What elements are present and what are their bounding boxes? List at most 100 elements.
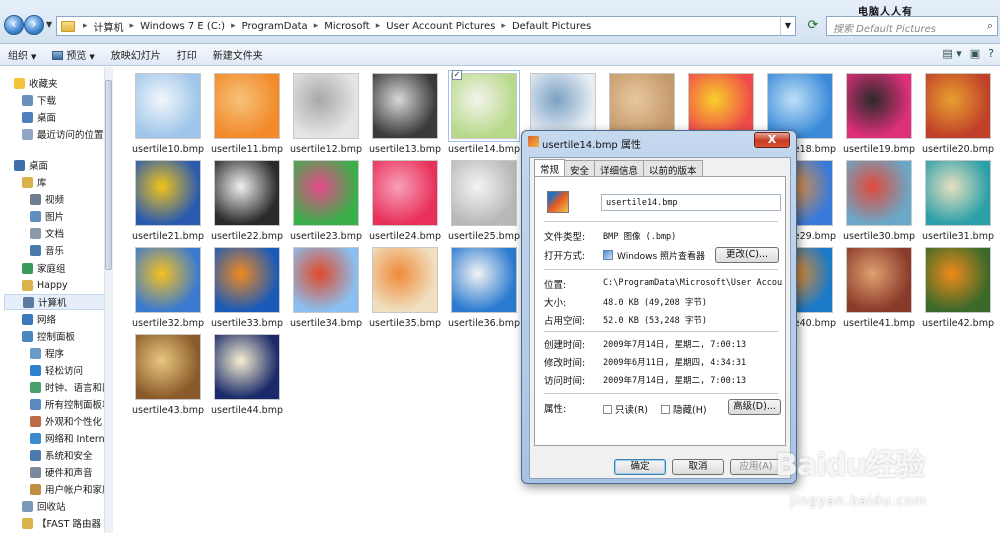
image-thumbnail[interactable] xyxy=(214,247,280,313)
sidebar-item[interactable]: 外观和个性化 xyxy=(30,413,102,429)
image-thumbnail[interactable] xyxy=(135,160,201,226)
chevron-right-icon[interactable]: ▸ xyxy=(81,21,90,31)
advanced-button[interactable]: 高级(D)... xyxy=(728,399,781,415)
search-icon[interactable]: ⌕ xyxy=(987,19,993,33)
sidebar-item[interactable]: 用户帐户和家庭 xyxy=(30,481,112,497)
sidebar-item[interactable]: 库 xyxy=(22,174,47,190)
organize-menu[interactable]: 组织 ▼ xyxy=(0,47,44,62)
sidebar-item[interactable]: 程序 xyxy=(30,345,64,361)
sidebar-scroll-thumb[interactable] xyxy=(105,80,112,270)
select-checkbox[interactable]: ✓ xyxy=(452,70,462,80)
breadcrumb-microsoft[interactable]: Microsoft xyxy=(320,21,374,32)
image-thumbnail[interactable] xyxy=(372,247,438,313)
slideshow-button[interactable]: 放映幻灯片 xyxy=(103,47,169,62)
file-tile[interactable]: usertile13.bmp xyxy=(365,67,445,155)
file-tile[interactable]: usertile41.bmp xyxy=(839,241,919,329)
file-tile[interactable]: usertile23.bmp xyxy=(286,154,366,242)
back-button[interactable]: ‹ xyxy=(4,15,24,35)
file-tile[interactable]: usertile42.bmp xyxy=(918,241,998,329)
cancel-button[interactable]: 取消 xyxy=(672,459,724,475)
sidebar-item[interactable]: 系统和安全 xyxy=(30,447,93,463)
file-tile[interactable]: usertile20.bmp xyxy=(918,67,998,155)
file-tile[interactable]: usertile30.bmp xyxy=(839,154,919,242)
refresh-icon[interactable]: ⟳ xyxy=(804,17,822,35)
image-thumbnail[interactable] xyxy=(214,160,280,226)
filename-input[interactable]: usertile14.bmp xyxy=(601,194,781,211)
close-button[interactable]: X xyxy=(754,132,790,148)
image-thumbnail[interactable] xyxy=(846,247,912,313)
file-tile[interactable]: usertile22.bmp xyxy=(207,154,287,242)
chevron-right-icon[interactable]: ▸ xyxy=(128,21,137,31)
image-thumbnail[interactable] xyxy=(372,160,438,226)
sidebar-item[interactable]: 所有控制面板项 xyxy=(30,396,112,412)
sidebar-item[interactable]: 音乐 xyxy=(30,242,64,258)
sidebar-item[interactable]: 文档 xyxy=(30,225,64,241)
image-thumbnail[interactable] xyxy=(925,247,991,313)
breadcrumb-user-account-pictures[interactable]: User Account Pictures xyxy=(382,21,499,32)
sidebar-item[interactable]: 视频 xyxy=(30,191,64,207)
new-folder-button[interactable]: 新建文件夹 xyxy=(205,47,271,62)
file-tile[interactable]: usertile12.bmp xyxy=(286,67,366,155)
image-thumbnail[interactable] xyxy=(293,247,359,313)
sidebar-item[interactable]: Happy xyxy=(22,277,68,293)
file-tile[interactable]: usertile43.bmp xyxy=(128,328,208,416)
file-tile[interactable]: usertile31.bmp xyxy=(918,154,998,242)
file-tile[interactable]: usertile32.bmp xyxy=(128,241,208,329)
chevron-right-icon[interactable]: ▸ xyxy=(374,21,383,31)
image-thumbnail[interactable] xyxy=(214,73,280,139)
sidebar-item[interactable]: 时钟、语言和区 xyxy=(30,379,112,395)
sidebar-item[interactable]: 图片 xyxy=(30,208,64,224)
file-tile[interactable]: usertile19.bmp xyxy=(839,67,919,155)
image-thumbnail[interactable] xyxy=(135,73,201,139)
breadcrumb-programdata[interactable]: ProgramData xyxy=(238,21,312,32)
history-dropdown-icon[interactable]: ▼ xyxy=(46,20,52,29)
image-thumbnail[interactable] xyxy=(451,247,517,313)
preview-menu[interactable]: 预览 ▼ xyxy=(44,47,102,62)
sidebar-item[interactable]: 网络和 Interne xyxy=(30,430,111,446)
image-thumbnail[interactable] xyxy=(925,73,991,139)
image-thumbnail[interactable] xyxy=(135,247,201,313)
file-tile[interactable]: usertile36.bmp xyxy=(444,241,524,329)
file-tile[interactable]: usertile21.bmp xyxy=(128,154,208,242)
preview-pane-icon[interactable]: ▣ xyxy=(970,47,980,60)
sidebar-item[interactable]: 回收站 xyxy=(22,498,66,514)
file-tile[interactable]: usertile10.bmp xyxy=(128,67,208,155)
sidebar-item[interactable]: 收藏夹 xyxy=(14,75,58,91)
image-thumbnail[interactable] xyxy=(214,334,280,400)
change-button[interactable]: 更改(C)... xyxy=(715,247,779,263)
sidebar-item[interactable]: 硬件和声音 xyxy=(30,464,93,480)
ok-button[interactable]: 确定 xyxy=(614,459,666,475)
forward-button[interactable]: › xyxy=(24,15,44,35)
sidebar-item[interactable]: 桌面 xyxy=(22,109,56,125)
checkbox-box[interactable] xyxy=(603,405,612,414)
file-tile[interactable]: usertile14.bmp ✓ xyxy=(444,67,524,155)
image-thumbnail[interactable] xyxy=(451,160,517,226)
sidebar-item[interactable]: 轻松访问 xyxy=(30,362,83,378)
file-tile[interactable]: usertile34.bmp xyxy=(286,241,366,329)
print-button[interactable]: 打印 xyxy=(169,47,205,62)
breadcrumb-drive[interactable]: Windows 7 E (C:) xyxy=(136,21,229,32)
view-options-icon[interactable]: ▤ ▾ xyxy=(942,47,961,60)
image-thumbnail[interactable] xyxy=(293,160,359,226)
hidden-checkbox[interactable]: 隐藏(H) xyxy=(661,402,707,416)
image-thumbnail[interactable] xyxy=(846,160,912,226)
sidebar-item[interactable]: 下载 xyxy=(22,92,56,108)
file-tile[interactable]: usertile35.bmp xyxy=(365,241,445,329)
search-input[interactable]: 搜索 Default Pictures ⌕ xyxy=(826,16,998,36)
chevron-right-icon[interactable]: ▸ xyxy=(312,21,321,31)
sidebar-item[interactable]: 最近访问的位置 xyxy=(22,126,104,142)
readonly-checkbox[interactable]: 只读(R) xyxy=(603,402,648,416)
checkbox-box[interactable] xyxy=(661,405,670,414)
image-thumbnail[interactable] xyxy=(372,73,438,139)
chevron-right-icon[interactable]: ▸ xyxy=(499,21,508,31)
sidebar-item[interactable]: 桌面 xyxy=(14,157,48,173)
image-thumbnail[interactable] xyxy=(925,160,991,226)
image-thumbnail[interactable] xyxy=(293,73,359,139)
image-thumbnail[interactable] xyxy=(846,73,912,139)
file-tile[interactable]: usertile24.bmp xyxy=(365,154,445,242)
breadcrumb-default-pictures[interactable]: Default Pictures xyxy=(508,21,595,32)
chevron-right-icon[interactable]: ▸ xyxy=(229,21,238,31)
image-thumbnail[interactable] xyxy=(448,70,520,142)
sidebar-item[interactable]: 家庭组 xyxy=(22,260,66,276)
breadcrumb-computer[interactable]: 计算机 xyxy=(90,19,128,34)
